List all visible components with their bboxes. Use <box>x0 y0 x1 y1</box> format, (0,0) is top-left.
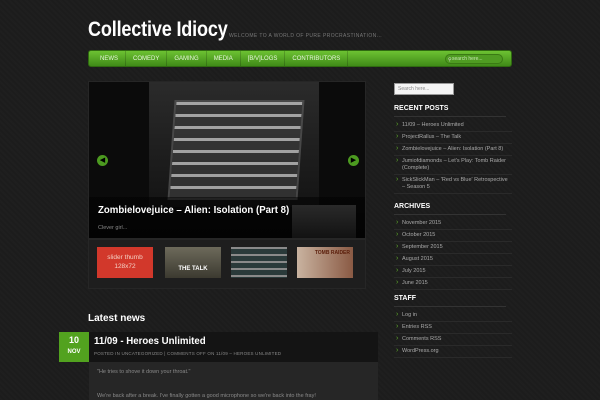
recent-post-link[interactable]: 11/09 – Heroes Unlimited <box>394 120 512 132</box>
sidebar-search-input[interactable]: Search here... <box>394 83 454 95</box>
post-date-badge: 10 NOV <box>59 332 89 362</box>
slider-thumb-1[interactable]: slider thumb 128x72 <box>97 247 153 278</box>
main-nav: NEWS COMEDY GAMING MEDIA [B/V]LOGS CONTR… <box>88 50 512 67</box>
recent-post-link[interactable]: ProjectRallus – The Talk <box>394 132 512 144</box>
staff-link[interactable]: Entries RSS <box>394 322 512 334</box>
nav-search-input[interactable]: ⚲ search here... <box>445 54 503 64</box>
site-title[interactable]: Collective Idiocy <box>88 18 228 42</box>
archive-link[interactable]: October 2015 <box>394 230 512 242</box>
archive-link[interactable]: July 2015 <box>394 266 512 278</box>
archive-link[interactable]: November 2015 <box>394 218 512 230</box>
slide-title[interactable]: Zombielovejuice – Alien: Isolation (Part… <box>98 204 289 216</box>
nav-item-comedy[interactable]: COMEDY <box>126 51 168 66</box>
thumb-tomb-raider-label: TOMB RAIDER <box>314 250 350 256</box>
divider <box>394 116 506 117</box>
slide-image-vent <box>167 100 305 200</box>
site-tagline: WELCOME TO A WORLD OF PURE PROCRASTINATI… <box>229 33 383 39</box>
slider-prev-arrow-icon[interactable]: ◀ <box>97 155 108 166</box>
staff-link[interactable]: Log in <box>394 310 512 322</box>
archives-title: ARCHIVES <box>394 203 431 210</box>
post-paragraph: "He tries to shove it down your throat." <box>97 369 191 375</box>
nav-search-placeholder: search here... <box>452 56 483 62</box>
archive-link[interactable]: August 2015 <box>394 254 512 266</box>
nav-item-gaming[interactable]: GAMING <box>167 51 207 66</box>
recent-post-link[interactable]: SickSlickMan – 'Red vs Blue' Retrospecti… <box>394 175 512 194</box>
nav-item-news[interactable]: NEWS <box>93 51 126 66</box>
post-date-day: 10 <box>68 335 79 345</box>
staff-link[interactable]: Comments RSS <box>394 334 512 346</box>
post-date-month: NOV <box>67 349 81 355</box>
slider-thumb-2[interactable]: THE TALK <box>165 247 221 278</box>
search-icon: ⚲ <box>448 57 452 63</box>
slider-next-arrow-icon[interactable]: ▶ <box>348 155 359 166</box>
archives-list: November 2015 October 2015 September 201… <box>394 218 512 290</box>
staff-title: STAFF <box>394 295 417 302</box>
nav-item-blogs[interactable]: [B/V]LOGS <box>241 51 286 66</box>
thumb-talk-label: THE TALK <box>178 266 208 272</box>
divider <box>394 214 506 215</box>
nav-item-contributors[interactable]: CONTRIBUTORS <box>285 51 349 66</box>
post-meta: POSTED IN UNCATEGORIZED | COMMENTS OFF O… <box>94 351 282 356</box>
slide-figure-image <box>292 205 356 238</box>
post-title[interactable]: 11/09 - Heroes Unlimited <box>94 335 206 347</box>
recent-posts-list: 11/09 – Heroes Unlimited ProjectRallus –… <box>394 120 512 194</box>
archive-link[interactable]: September 2015 <box>394 242 512 254</box>
nav-item-media[interactable]: MEDIA <box>207 51 241 66</box>
divider <box>394 306 506 307</box>
staff-list: Log in Entries RSS Comments RSS WordPres… <box>394 310 512 358</box>
slide-excerpt: Clever girl... <box>98 225 128 231</box>
archive-link[interactable]: June 2015 <box>394 278 512 290</box>
slider-thumb-3[interactable] <box>231 247 287 278</box>
post-paragraph: We're back after a break. I've finally g… <box>97 393 316 399</box>
recent-post-link[interactable]: Zombielovejuice – Alien: Isolation (Part… <box>394 144 512 156</box>
recent-post-link[interactable]: Jumiofdiamonds – Let's Play: Tomb Raider… <box>394 156 512 175</box>
latest-news-heading: Latest news <box>88 313 146 324</box>
recent-posts-title: RECENT POSTS <box>394 105 449 112</box>
slider-thumb-4[interactable]: TOMB RAIDER <box>297 247 353 278</box>
staff-link[interactable]: WordPress.org <box>394 346 512 358</box>
